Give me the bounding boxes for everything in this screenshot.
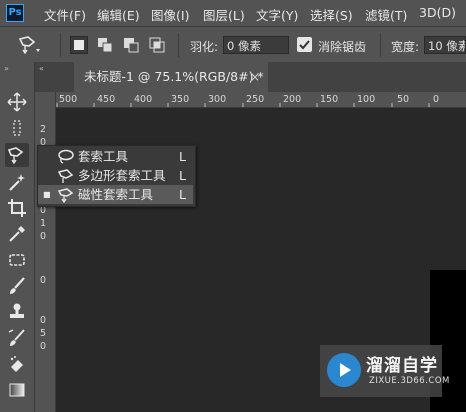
add-selection-icon xyxy=(98,38,113,53)
eraser-tool[interactable] xyxy=(5,352,29,376)
flyout-label: 磁性套索工具 xyxy=(78,187,154,202)
watermark-title: 溜溜自学 xyxy=(366,356,438,376)
flyout-item-lasso[interactable]: 套索工具 L xyxy=(38,147,193,166)
lasso-icon xyxy=(58,149,74,164)
document-tab-bar: « 未标题-1 @ 75.1%(RGB/8#) * × xyxy=(35,62,466,92)
clone-stamp-tool[interactable] xyxy=(5,300,29,324)
polygonal-lasso-icon xyxy=(57,169,74,183)
ruler-tick-label: 0 xyxy=(40,231,47,242)
options-bar: 羽化: 0 像素 消除锯齿 宽度: 10 像素 xyxy=(0,27,466,63)
antialias-checkbox[interactable] xyxy=(297,37,312,52)
intersect-selection-icon xyxy=(149,37,165,53)
marquee-tool[interactable] xyxy=(5,116,29,140)
eyedropper-tool[interactable] xyxy=(5,222,29,246)
flyout-shortcut: L xyxy=(179,168,186,183)
play-icon xyxy=(340,363,351,377)
history-brush-icon xyxy=(8,329,25,346)
photoshop-logo: Ps xyxy=(6,4,24,22)
separator xyxy=(380,33,381,57)
subtract-selection-button[interactable] xyxy=(122,36,140,54)
tools-panel: » xyxy=(0,62,35,412)
flyout-shortcut: L xyxy=(179,149,186,164)
crop-tool[interactable] xyxy=(5,196,29,220)
healing-brush-tool[interactable] xyxy=(5,248,29,272)
stamp-icon xyxy=(10,303,24,318)
watermark-url: ZIXUE.3D66.COM xyxy=(369,376,450,386)
magic-wand-tool[interactable] xyxy=(5,170,29,194)
flyout-item-magnetic-lasso[interactable]: ■ 磁性套索工具 L xyxy=(38,185,193,204)
crop-icon xyxy=(8,199,26,217)
marquee-icon xyxy=(13,120,21,136)
menu-image[interactable]: 图像(I) xyxy=(151,5,189,24)
magic-wand-icon xyxy=(9,174,25,191)
collapse-arrows-icon[interactable]: » xyxy=(4,64,9,73)
new-selection-icon xyxy=(74,40,84,50)
ruler-horizontal: 500 450 400 350 300 250 200 150 100 50 0 xyxy=(35,92,466,108)
eyedropper-icon xyxy=(9,226,25,242)
close-tab-icon[interactable]: × xyxy=(250,62,260,92)
flyout-shortcut: L xyxy=(179,187,186,202)
flyout-label: 多边形套索工具 xyxy=(78,168,166,183)
intersect-selection-button[interactable] xyxy=(148,36,166,54)
ruler-tick-label: 0 xyxy=(40,341,47,352)
document-tab-title: 未标题-1 @ 75.1%(RGB/8#) * xyxy=(84,69,264,84)
menu-edit[interactable]: 编辑(E) xyxy=(97,5,140,24)
move-tool[interactable] xyxy=(5,90,29,114)
menu-select[interactable]: 选择(S) xyxy=(310,5,353,24)
healing-brush-icon xyxy=(9,254,25,266)
magnetic-lasso-icon xyxy=(18,36,40,55)
menu-type[interactable]: 文字(Y) xyxy=(256,5,298,24)
magnetic-lasso-icon xyxy=(57,188,74,203)
eraser-icon xyxy=(10,356,23,372)
lasso-tool[interactable] xyxy=(5,143,29,167)
subtract-selection-icon xyxy=(124,38,139,53)
separator xyxy=(60,33,61,57)
panel-arrows-icon[interactable]: « xyxy=(39,64,44,73)
ruler-tick-label: 1 xyxy=(40,218,47,229)
feather-label: 羽化: xyxy=(190,40,219,54)
ruler-tick-label: 5 xyxy=(40,328,47,339)
lasso-tool-flyout: 套索工具 L 多边形套索工具 L ■ 磁性套索工具 L xyxy=(37,145,196,207)
ruler-corner[interactable] xyxy=(35,92,56,107)
width-label: 宽度: xyxy=(391,40,420,54)
checkmark-icon xyxy=(299,40,310,50)
feather-input[interactable]: 0 像素 xyxy=(223,36,289,54)
selected-mark-icon: ■ xyxy=(43,190,51,199)
watermark: 溜溜自学 ZIXUE.3D66.COM xyxy=(320,345,449,397)
gradient-tool[interactable] xyxy=(5,378,29,402)
menu-filter[interactable]: 滤镜(T) xyxy=(365,5,407,24)
ruler-tick-label: 0 xyxy=(40,275,47,286)
flyout-item-polygonal-lasso[interactable]: 多边形套索工具 L xyxy=(38,166,193,185)
menu-3d[interactable]: 3D(D) xyxy=(419,5,456,20)
move-icon xyxy=(7,92,27,112)
brush-icon xyxy=(10,277,25,294)
flyout-label: 套索工具 xyxy=(78,149,129,164)
document-tab[interactable]: 未标题-1 @ 75.1%(RGB/8#) * × xyxy=(74,62,268,92)
separator xyxy=(178,33,179,57)
ruler-tick-label: 0 xyxy=(40,315,47,326)
antialias-label: 消除锯齿 xyxy=(318,40,367,54)
gradient-icon xyxy=(9,383,25,397)
ruler-tick-label: 2 xyxy=(40,124,47,135)
menu-layer[interactable]: 图层(L) xyxy=(203,5,245,24)
add-selection-button[interactable] xyxy=(96,36,114,54)
watermark-logo xyxy=(327,353,361,387)
magnetic-lasso-icon xyxy=(7,147,24,165)
new-selection-button[interactable] xyxy=(70,36,88,54)
tool-preset-picker[interactable] xyxy=(16,33,42,57)
brush-tool[interactable] xyxy=(5,274,29,298)
width-input[interactable]: 10 像素 xyxy=(424,36,466,54)
history-brush-tool[interactable] xyxy=(5,326,29,350)
menu-bar: Ps 文件(F) 编辑(E) 图像(I) 图层(L) 文字(Y) 选择(S) 滤… xyxy=(0,0,466,27)
menu-file[interactable]: 文件(F) xyxy=(44,5,86,24)
